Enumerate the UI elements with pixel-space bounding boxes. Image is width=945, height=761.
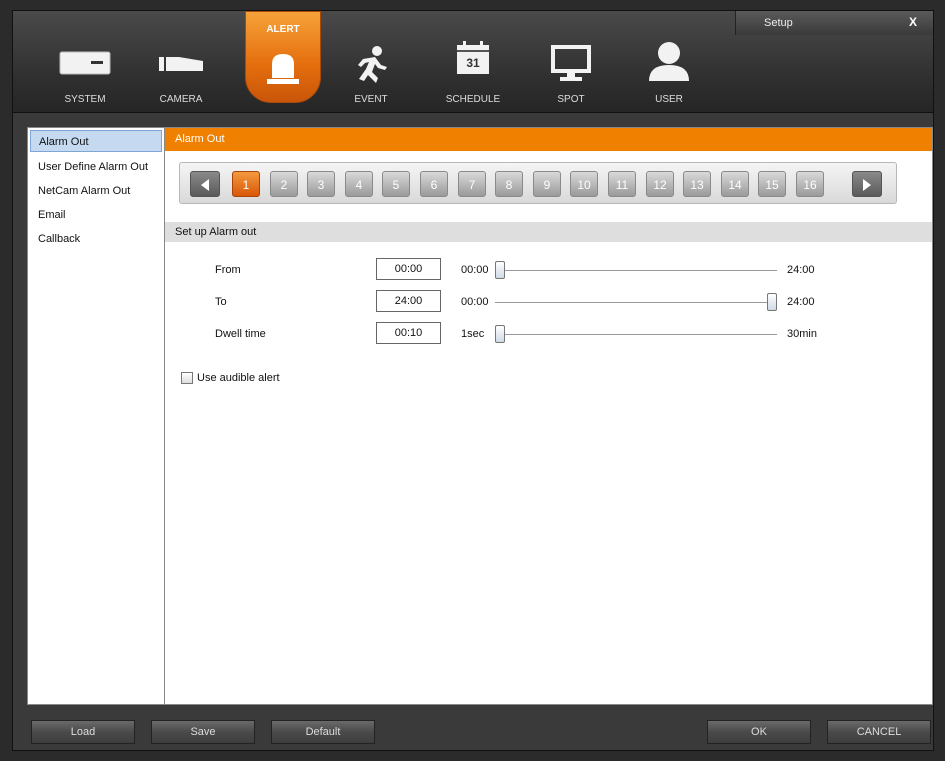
- from-slider-thumb[interactable]: [495, 261, 505, 279]
- channel-button-2[interactable]: 2: [270, 171, 298, 197]
- to-field[interactable]: 24:00: [376, 290, 441, 312]
- sidebar: Alarm Out User Define Alarm Out NetCam A…: [27, 127, 165, 705]
- camera-icon: [159, 57, 203, 71]
- save-button[interactable]: Save: [151, 720, 255, 744]
- main-panel: Alarm Out 1 2 3 4 5 6 7 8 9 10 11 12 13 14 15 16 Set up…: [165, 127, 933, 705]
- tab-user[interactable]: USER: [631, 11, 707, 113]
- to-slider-thumb[interactable]: [767, 293, 777, 311]
- next-channel-button[interactable]: [852, 171, 882, 197]
- tab-schedule[interactable]: 31 SCHEDULE: [435, 11, 511, 113]
- tab-label: USER: [655, 94, 683, 105]
- channel-button-8[interactable]: 8: [495, 171, 523, 197]
- tab-label: SYSTEM: [64, 94, 106, 105]
- audible-alert-option[interactable]: Use audible alert: [181, 372, 280, 385]
- setup-window: SYSTEM CAMERA ALERT EVENT 31 SCHEDULE SP…: [12, 10, 934, 751]
- channel-button-16[interactable]: 16: [796, 171, 824, 197]
- calendar-icon: 31: [456, 41, 490, 75]
- tab-spot[interactable]: SPOT: [533, 11, 609, 113]
- dwell-time-label: Dwell time: [215, 328, 266, 340]
- tab-camera[interactable]: CAMERA: [143, 11, 219, 113]
- from-slider-track[interactable]: [495, 270, 777, 271]
- channel-button-13[interactable]: 13: [683, 171, 711, 197]
- to-min-label: 00:00: [461, 296, 489, 308]
- channel-button-7[interactable]: 7: [458, 171, 486, 197]
- default-button[interactable]: Default: [271, 720, 375, 744]
- channel-button-5[interactable]: 5: [382, 171, 410, 197]
- monitor-icon: [551, 45, 591, 81]
- sidebar-item-user-define-alarm-out[interactable]: User Define Alarm Out: [28, 154, 164, 178]
- sidebar-item-alarm-out[interactable]: Alarm Out: [30, 130, 162, 152]
- tab-label: SPOT: [557, 94, 585, 105]
- dwell-time-row: Dwell time 00:10 1sec 30min: [165, 322, 932, 346]
- dwell-min-label: 1sec: [461, 328, 485, 340]
- sidebar-item-netcam-alarm-out[interactable]: NetCam Alarm Out: [28, 178, 164, 202]
- channel-button-1[interactable]: 1: [232, 171, 260, 197]
- prev-channel-button[interactable]: [190, 171, 220, 197]
- tab-label: ALERT: [266, 24, 300, 35]
- calendar-day: 31: [466, 56, 480, 70]
- channel-button-11[interactable]: 11: [608, 171, 636, 197]
- window-title-text: Setup: [764, 17, 793, 29]
- tab-alert[interactable]: ALERT: [245, 11, 321, 103]
- channel-button-12[interactable]: 12: [646, 171, 674, 197]
- dwell-time-field[interactable]: 00:10: [376, 322, 441, 344]
- tab-label: SCHEDULE: [445, 94, 501, 105]
- channel-button-14[interactable]: 14: [721, 171, 749, 197]
- to-max-label: 24:00: [787, 296, 815, 308]
- close-button[interactable]: X: [909, 15, 917, 29]
- audible-alert-label: Use audible alert: [197, 372, 280, 384]
- tab-event[interactable]: EVENT: [333, 11, 409, 113]
- tab-label: CAMERA: [159, 94, 203, 105]
- to-slider-track[interactable]: [495, 302, 777, 303]
- load-button[interactable]: Load: [31, 720, 135, 744]
- tab-system[interactable]: SYSTEM: [47, 11, 123, 113]
- section-title: Set up Alarm out: [165, 222, 932, 242]
- panel-header: Alarm Out: [165, 128, 932, 151]
- channel-button-6[interactable]: 6: [420, 171, 448, 197]
- channel-button-10[interactable]: 10: [570, 171, 598, 197]
- window-title: Setup: [735, 11, 933, 35]
- cancel-button[interactable]: CANCEL: [827, 720, 931, 744]
- arrow-left-icon: [201, 179, 209, 191]
- channel-button-4[interactable]: 4: [345, 171, 373, 197]
- running-man-icon: [358, 46, 387, 83]
- from-field[interactable]: 00:00: [376, 258, 441, 280]
- arrow-right-icon: [863, 179, 871, 191]
- tab-label: EVENT: [354, 94, 388, 105]
- channel-button-15[interactable]: 15: [758, 171, 786, 197]
- to-label: To: [215, 296, 227, 308]
- channel-button-3[interactable]: 3: [307, 171, 335, 197]
- alarm-light-icon: [267, 54, 299, 84]
- from-min-label: 00:00: [461, 264, 489, 276]
- to-row: To 24:00 00:00 24:00: [165, 290, 932, 314]
- dwell-max-label: 30min: [787, 328, 817, 340]
- dwell-slider-thumb[interactable]: [495, 325, 505, 343]
- user-icon: [649, 42, 689, 81]
- ok-button[interactable]: OK: [707, 720, 811, 744]
- channel-selector: 1 2 3 4 5 6 7 8 9 10 11 12 13 14 15 16: [179, 162, 897, 204]
- sidebar-item-email[interactable]: Email: [28, 202, 164, 226]
- top-tab-bar: SYSTEM CAMERA ALERT EVENT 31 SCHEDULE SP…: [13, 11, 933, 113]
- audible-alert-checkbox[interactable]: [181, 372, 193, 385]
- sidebar-item-callback[interactable]: Callback: [28, 226, 164, 250]
- dwell-slider-track[interactable]: [495, 334, 777, 335]
- channel-button-9[interactable]: 9: [533, 171, 561, 197]
- from-max-label: 24:00: [787, 264, 815, 276]
- system-box-icon: [59, 51, 111, 75]
- from-row: From 00:00 00:00 24:00: [165, 258, 932, 282]
- from-label: From: [215, 264, 241, 276]
